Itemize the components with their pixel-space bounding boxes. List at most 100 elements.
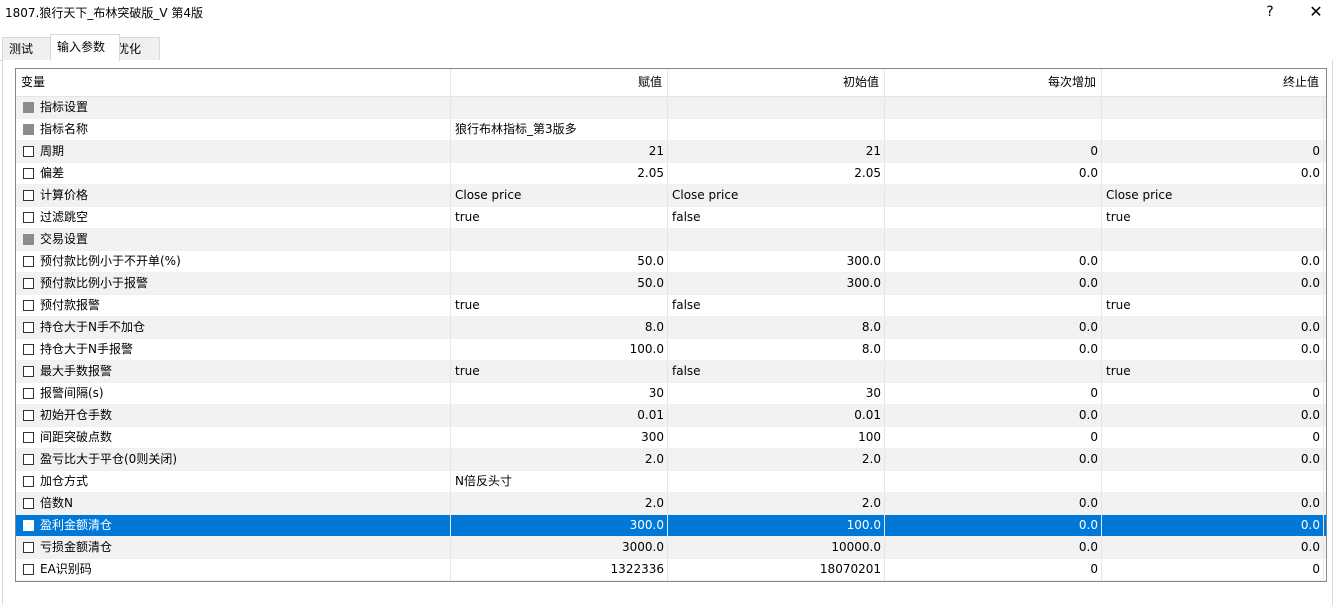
table-row[interactable]: 最大手数报警 true false true (16, 361, 1326, 383)
optimize-checkbox[interactable] (23, 322, 34, 333)
table-row[interactable]: 指标设置 (16, 97, 1326, 119)
cell-step[interactable] (885, 295, 1102, 316)
cell-stop[interactable]: 0.0 (1102, 537, 1324, 558)
table-row[interactable]: 盈利金额清仓 300.0 100.0 0.0 0.0 (16, 515, 1326, 537)
cell-step[interactable] (885, 207, 1102, 228)
cell-start[interactable]: 2.0 (668, 449, 885, 470)
cell-value[interactable]: 2.0 (451, 449, 668, 470)
tab-test[interactable]: 测试 (2, 37, 52, 60)
cell-value[interactable]: Close price (451, 185, 668, 206)
cell-start[interactable] (668, 229, 885, 250)
optimize-checkbox[interactable] (23, 366, 34, 377)
table-row[interactable]: 持仓大于N手报警 100.0 8.0 0.0 0.0 (16, 339, 1326, 361)
cell-stop[interactable]: 0.0 (1102, 163, 1324, 184)
cell-value[interactable]: 50.0 (451, 251, 668, 272)
cell-start[interactable]: 300.0 (668, 273, 885, 294)
optimize-checkbox[interactable] (23, 542, 34, 553)
cell-stop[interactable]: true (1102, 295, 1324, 316)
cell-stop[interactable]: 0.0 (1102, 251, 1324, 272)
table-row[interactable]: 指标名称 狼行布林指标_第3版多 (16, 119, 1326, 141)
table-row[interactable]: 交易设置 (16, 229, 1326, 251)
cell-stop[interactable]: Close price (1102, 185, 1324, 206)
cell-value[interactable]: 3000.0 (451, 537, 668, 558)
cell-value[interactable]: 8.0 (451, 317, 668, 338)
cell-stop[interactable] (1102, 229, 1324, 250)
table-row[interactable]: 过滤跳空 true false true (16, 207, 1326, 229)
cell-start[interactable]: 18070201 (668, 559, 885, 580)
optimize-checkbox[interactable] (23, 344, 34, 355)
cell-step[interactable] (885, 229, 1102, 250)
cell-value[interactable]: 100.0 (451, 339, 668, 360)
cell-stop[interactable] (1102, 119, 1324, 140)
cell-step[interactable]: 0.0 (885, 273, 1102, 294)
cell-step[interactable]: 0.0 (885, 449, 1102, 470)
cell-start[interactable]: 2.0 (668, 493, 885, 514)
cell-start[interactable]: 8.0 (668, 317, 885, 338)
cell-step[interactable] (885, 361, 1102, 382)
optimize-checkbox[interactable] (23, 410, 34, 421)
cell-step[interactable]: 0.0 (885, 251, 1102, 272)
optimize-checkbox[interactable] (23, 300, 34, 311)
cell-step[interactable] (885, 185, 1102, 206)
cell-value[interactable]: 狼行布林指标_第3版多 (451, 119, 668, 140)
cell-stop[interactable]: 0 (1102, 427, 1324, 448)
cell-start[interactable]: Close price (668, 185, 885, 206)
optimize-checkbox[interactable] (23, 564, 34, 575)
cell-step[interactable]: 0 (885, 427, 1102, 448)
cell-start[interactable] (668, 471, 885, 492)
table-row[interactable]: 偏差 2.05 2.05 0.0 0.0 (16, 163, 1326, 185)
cell-value[interactable]: 30 (451, 383, 668, 404)
optimize-checkbox[interactable] (23, 498, 34, 509)
table-row[interactable]: 倍数N 2.0 2.0 0.0 0.0 (16, 493, 1326, 515)
cell-start[interactable]: 10000.0 (668, 537, 885, 558)
optimize-checkbox[interactable] (23, 432, 34, 443)
cell-stop[interactable]: true (1102, 361, 1324, 382)
cell-step[interactable]: 0.0 (885, 317, 1102, 338)
cell-step[interactable]: 0.0 (885, 515, 1102, 536)
cell-stop[interactable]: 0.0 (1102, 493, 1324, 514)
table-row[interactable]: 盈亏比大于平仓(0则关闭) 2.0 2.0 0.0 0.0 (16, 449, 1326, 471)
cell-step[interactable]: 0 (885, 383, 1102, 404)
table-row[interactable]: 报警间隔(s) 30 30 0 0 (16, 383, 1326, 405)
optimize-checkbox[interactable] (23, 168, 34, 179)
cell-value[interactable]: 2.05 (451, 163, 668, 184)
table-row[interactable]: 间距突破点数 300 100 0 0 (16, 427, 1326, 449)
cell-stop[interactable] (1102, 97, 1324, 118)
cell-step[interactable] (885, 471, 1102, 492)
optimize-checkbox[interactable] (23, 278, 34, 289)
cell-start[interactable]: 21 (668, 141, 885, 162)
cell-start[interactable] (668, 97, 885, 118)
optimize-checkbox[interactable] (23, 212, 34, 223)
optimize-checkbox[interactable] (23, 476, 34, 487)
cell-stop[interactable]: 0.0 (1102, 405, 1324, 426)
table-row[interactable]: 计算价格 Close price Close price Close price (16, 185, 1326, 207)
table-row[interactable]: 亏损金额清仓 3000.0 10000.0 0.0 0.0 (16, 537, 1326, 559)
table-row[interactable]: 预付款比例小于报警 50.0 300.0 0.0 0.0 (16, 273, 1326, 295)
optimize-checkbox[interactable] (23, 520, 34, 531)
cell-value[interactable]: 21 (451, 141, 668, 162)
cell-value[interactable]: 0.01 (451, 405, 668, 426)
header-value[interactable]: 赋值 (451, 69, 668, 96)
cell-value[interactable]: true (451, 207, 668, 228)
cell-step[interactable]: 0 (885, 141, 1102, 162)
table-row[interactable]: 持仓大于N手不加仓 8.0 8.0 0.0 0.0 (16, 317, 1326, 339)
optimize-checkbox[interactable] (23, 256, 34, 267)
table-row[interactable]: 周期 21 21 0 0 (16, 141, 1326, 163)
cell-step[interactable]: 0.0 (885, 405, 1102, 426)
cell-stop[interactable]: 0.0 (1102, 273, 1324, 294)
cell-start[interactable]: 100.0 (668, 515, 885, 536)
cell-start[interactable]: false (668, 207, 885, 228)
cell-start[interactable]: 8.0 (668, 339, 885, 360)
cell-step[interactable] (885, 97, 1102, 118)
cell-value[interactable]: true (451, 295, 668, 316)
cell-step[interactable]: 0.0 (885, 163, 1102, 184)
cell-stop[interactable] (1102, 471, 1324, 492)
cell-stop[interactable]: 0 (1102, 141, 1324, 162)
table-row[interactable]: EA识别码 1322336 18070201 0 0 (16, 559, 1326, 581)
cell-value[interactable] (451, 97, 668, 118)
cell-start[interactable]: false (668, 295, 885, 316)
cell-start[interactable]: 100 (668, 427, 885, 448)
header-stop[interactable]: 终止值 (1102, 69, 1324, 96)
cell-stop[interactable]: 0.0 (1102, 317, 1324, 338)
cell-start[interactable]: false (668, 361, 885, 382)
